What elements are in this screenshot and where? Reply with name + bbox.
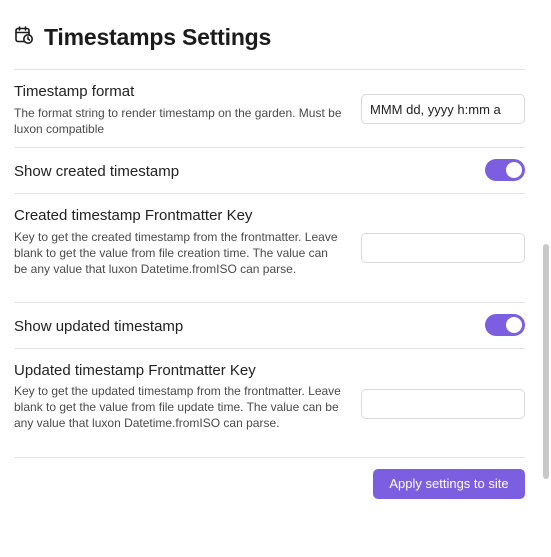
toggle-knob [506,317,522,333]
timestamp-format-label: Timestamp format [14,83,135,100]
divider [14,457,525,458]
apply-settings-button[interactable]: Apply settings to site [373,469,525,499]
show-updated-toggle[interactable] [485,314,525,336]
created-key-description: Key to get the created timestamp from th… [14,230,338,276]
toggle-knob [506,162,522,178]
created-key-label: Created timestamp Frontmatter Key [14,207,253,224]
timestamp-format-description: The format string to render timestamp on… [14,106,342,136]
divider [14,193,525,194]
created-key-input[interactable] [361,233,525,263]
scrollbar-thumb[interactable] [543,244,549,479]
page-title: Timestamps Settings [44,24,272,50]
calendar-clock-icon [14,25,34,50]
show-updated-label: Show updated timestamp [14,318,184,335]
show-created-label: Show created timestamp [14,163,180,180]
divider [14,302,525,303]
show-created-toggle[interactable] [485,159,525,181]
settings-page: Timestamps Settings Timestamp format The… [0,0,551,557]
updated-key-input[interactable] [361,389,525,419]
divider [14,348,525,349]
divider [14,69,525,70]
divider [14,147,525,148]
updated-key-label: Updated timestamp Frontmatter Key [14,362,256,379]
section-header: Timestamps Settings [14,24,271,51]
updated-key-description: Key to get the updated timestamp from th… [14,384,341,430]
timestamp-format-input[interactable] [361,94,525,124]
